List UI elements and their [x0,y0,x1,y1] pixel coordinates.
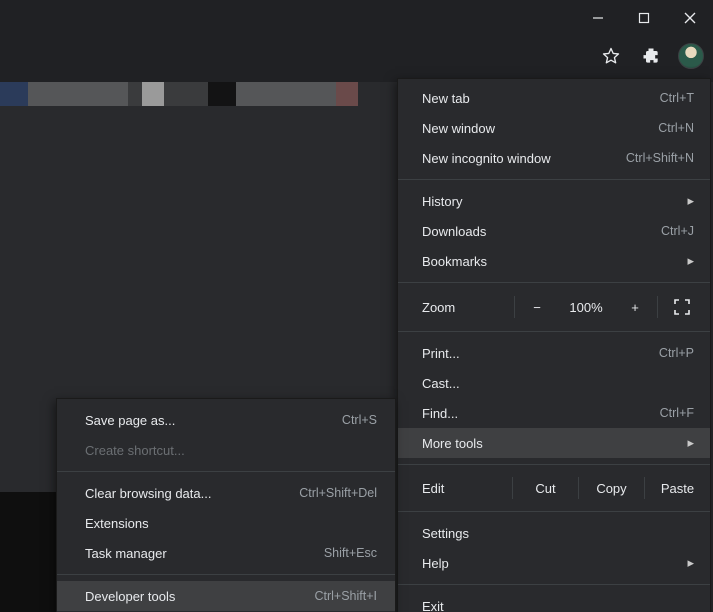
submenu-item-developer-tools[interactable]: Developer tools Ctrl+Shift+I [57,581,395,611]
more-tools-submenu: Save page as... Ctrl+S Create shortcut..… [56,398,396,612]
menu-shortcut: Ctrl+J [661,224,694,238]
menu-item-new-incognito[interactable]: New incognito window Ctrl+Shift+N [398,143,710,173]
copy-button[interactable]: Copy [579,481,644,496]
menu-shortcut: Shift+Esc [324,546,377,560]
zoom-label: Zoom [422,300,514,315]
menu-shortcut: Ctrl+N [658,121,694,135]
menu-item-find[interactable]: Find... Ctrl+F [398,398,710,428]
menu-label: Settings [422,526,469,541]
menu-shortcut: Ctrl+Shift+Del [299,486,377,500]
edit-row: Edit Cut Copy Paste [398,471,710,505]
menu-separator [57,574,395,575]
menu-label: Task manager [85,546,167,561]
browser-toolbar [0,36,713,76]
menu-label: History [422,194,462,209]
menu-item-history[interactable]: History ▸ [398,186,710,216]
paste-button[interactable]: Paste [645,481,710,496]
menu-label: Cast... [422,376,460,391]
menu-label: Save page as... [85,413,175,428]
chevron-right-icon: ▸ [687,253,694,269]
menu-label: Developer tools [85,589,175,604]
menu-separator [398,464,710,465]
menu-label: New tab [422,91,470,106]
main-menu: New tab Ctrl+T New window Ctrl+N New inc… [397,78,711,612]
menu-item-downloads[interactable]: Downloads Ctrl+J [398,216,710,246]
menu-separator [57,471,395,472]
menu-item-cast[interactable]: Cast... [398,368,710,398]
menu-label: Help [422,556,449,571]
maximize-button[interactable] [621,0,667,36]
menu-label: Create shortcut... [85,443,185,458]
menu-separator [398,584,710,585]
chevron-right-icon: ▸ [687,193,694,209]
minimize-button[interactable] [575,0,621,36]
submenu-item-save-page[interactable]: Save page as... Ctrl+S [57,405,395,435]
menu-shortcut: Ctrl+P [659,346,694,360]
menu-separator [398,179,710,180]
menu-shortcut: Ctrl+Shift+I [314,589,377,603]
menu-label: Extensions [85,516,149,531]
menu-separator [398,282,710,283]
menu-shortcut: Ctrl+F [660,406,694,420]
dark-sidebar-strip [0,492,56,612]
extensions-icon[interactable] [637,42,665,70]
menu-separator [398,511,710,512]
close-button[interactable] [667,0,713,36]
window-titlebar [0,0,713,36]
star-icon[interactable] [597,42,625,70]
edit-label: Edit [422,481,512,496]
chevron-right-icon: ▸ [687,435,694,451]
submenu-item-extensions[interactable]: Extensions [57,508,395,538]
menu-item-new-window[interactable]: New window Ctrl+N [398,113,710,143]
vertical-separator [657,296,658,318]
menu-label: Exit [422,599,444,612]
submenu-item-task-manager[interactable]: Task manager Shift+Esc [57,538,395,568]
submenu-item-clear-browsing[interactable]: Clear browsing data... Ctrl+Shift+Del [57,478,395,508]
menu-label: More tools [422,436,483,451]
menu-label: Clear browsing data... [85,486,211,501]
zoom-value: 100% [559,300,613,315]
profile-avatar[interactable] [677,42,705,70]
menu-item-exit[interactable]: Exit [398,591,710,612]
menu-label: New incognito window [422,151,551,166]
menu-shortcut: Ctrl+T [660,91,694,105]
zoom-in-button[interactable]: + [613,300,657,315]
menu-label: Print... [422,346,460,361]
menu-label: New window [422,121,495,136]
menu-item-settings[interactable]: Settings [398,518,710,548]
menu-item-new-tab[interactable]: New tab Ctrl+T [398,83,710,113]
cut-button[interactable]: Cut [513,481,578,496]
zoom-out-button[interactable]: − [515,300,559,315]
chevron-right-icon: ▸ [687,555,694,571]
menu-item-help[interactable]: Help ▸ [398,548,710,578]
menu-label: Find... [422,406,458,421]
menu-shortcut: Ctrl+Shift+N [626,151,694,165]
menu-label: Downloads [422,224,486,239]
menu-shortcut: Ctrl+S [342,413,377,427]
menu-item-bookmarks[interactable]: Bookmarks ▸ [398,246,710,276]
fullscreen-button[interactable] [660,299,704,315]
zoom-row: Zoom − 100% + [398,289,710,325]
submenu-item-create-shortcut: Create shortcut... [57,435,395,465]
menu-separator [398,331,710,332]
menu-label: Bookmarks [422,254,487,269]
menu-item-print[interactable]: Print... Ctrl+P [398,338,710,368]
menu-item-more-tools[interactable]: More tools ▸ [398,428,710,458]
